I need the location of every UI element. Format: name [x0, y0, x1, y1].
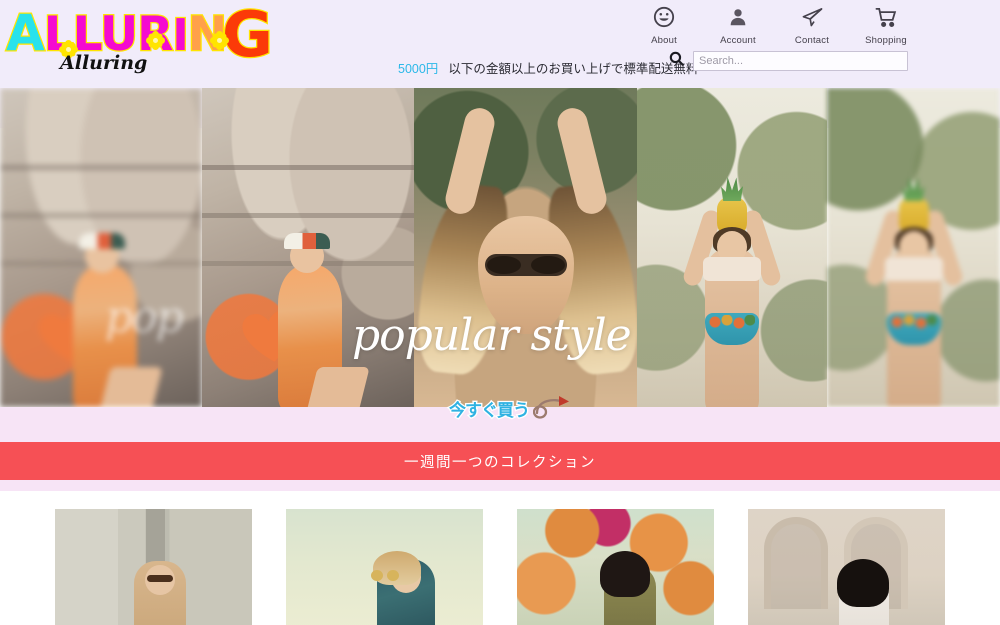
nav-item-contact[interactable]: Contact — [786, 6, 838, 46]
hero-panel-4[interactable] — [637, 88, 827, 407]
hero-ghost-text: pop — [105, 292, 184, 344]
product-card-2[interactable] — [286, 509, 483, 625]
site-header: ALLURING Alluring 5000円以下の金額以上のお買い上げで標準配… — [0, 0, 1000, 128]
smiley-icon — [638, 6, 690, 32]
curved-arrow-icon — [532, 393, 579, 424]
product-image-concrete-sunglasses — [55, 509, 252, 625]
hero-title: popular style — [352, 310, 632, 361]
paper-plane-icon — [786, 6, 838, 32]
shipping-notice: 5000円 以下の金額以上のお買い上げで標準配送無料 — [398, 58, 698, 77]
logo-letter-i: I — [171, 9, 190, 63]
nav-item-shopping[interactable]: Shopping — [860, 6, 912, 46]
hero-image-pineapple-girl — [637, 88, 827, 407]
collection-banner[interactable]: 一週間一つのコレクション — [0, 442, 1000, 480]
buy-now-label: 今すぐ買う — [448, 400, 532, 423]
cta-strip: 今すぐ買う — [0, 396, 1000, 442]
search-bar — [668, 50, 908, 72]
product-image-sky-floral — [286, 509, 483, 625]
site-logo[interactable]: ALLURING Alluring — [5, 2, 274, 80]
logo-letter-g: G — [221, 0, 274, 71]
logo-script-text: Alluring — [60, 52, 148, 74]
buy-now-button[interactable]: 今すぐ買う — [448, 393, 579, 424]
nav-item-about-label: About — [651, 35, 677, 46]
hero-image-pineapple-girl-blurred — [827, 88, 1000, 407]
logo-letter-a: A — [5, 4, 46, 62]
search-icon[interactable] — [668, 50, 685, 72]
nav-item-contact-label: Contact — [794, 35, 830, 46]
shipping-amount: 5000円 — [398, 62, 439, 76]
product-card-3[interactable] — [517, 509, 714, 625]
hero-panel-5[interactable] — [827, 88, 1000, 407]
collection-banner-text: 一週間一つのコレクション — [404, 454, 596, 471]
shopping-cart-icon — [860, 6, 912, 32]
shipping-text: 以下の金額以上のお買い上げで標準配送無料 — [448, 62, 699, 76]
product-image-stone-arches — [748, 509, 945, 625]
product-image-bougainvillea — [517, 509, 714, 625]
header-icon-nav: About Account Contact Shopping — [638, 6, 912, 46]
product-card-4[interactable] — [748, 509, 945, 625]
hero-carousel[interactable]: pop popular style — [0, 88, 1000, 407]
nav-item-shopping-label: Shopping — [865, 35, 907, 46]
person-icon — [712, 6, 764, 32]
flower-icon — [150, 35, 161, 46]
nav-item-about[interactable]: About — [638, 6, 690, 46]
lower-pink-strip — [0, 480, 1000, 491]
hero-panel-1[interactable]: pop — [0, 88, 202, 407]
nav-item-account[interactable]: Account — [712, 6, 764, 46]
flower-icon — [214, 35, 225, 46]
search-input[interactable] — [693, 51, 908, 71]
product-card-1[interactable] — [55, 509, 252, 625]
product-grid — [0, 491, 1000, 625]
hero-image-orange-dress-blurred: pop — [0, 88, 202, 407]
nav-item-account-label: Account — [720, 35, 756, 46]
